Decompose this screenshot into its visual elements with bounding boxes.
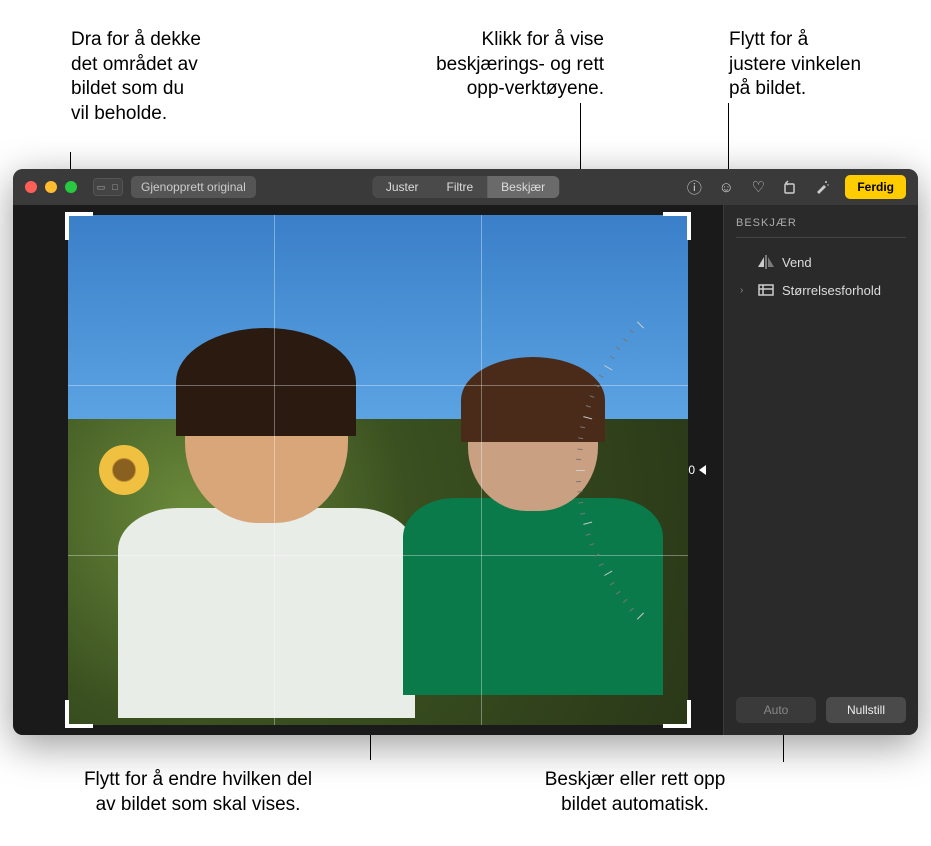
angle-value-indicator: 0 (688, 463, 706, 477)
dial-tick (579, 437, 584, 439)
callout-click-tools: Klikk for å vise beskjærings- og rett op… (379, 28, 604, 102)
photos-editor-window: ▭ □ Gjenopprett original Juster Filtre B… (13, 169, 918, 735)
window-titlebar: ▭ □ Gjenopprett original Juster Filtre B… (13, 169, 918, 205)
callout-line (580, 103, 581, 178)
sidebar-item-label: Vend (782, 255, 812, 270)
done-button[interactable]: Ferdig (845, 175, 906, 199)
callout-drag-crop: Dra for å dekke det området av bildet so… (71, 28, 201, 127)
sidebar-title: BESKJÆR (736, 217, 906, 238)
flip-icon (758, 254, 774, 270)
straighten-angle-dial[interactable]: 0 // generate ticks inline after load vi… (656, 365, 706, 575)
sidebar-item-label: Størrelsesforhold (782, 283, 881, 298)
dial-tick (576, 470, 585, 471)
crop-sidebar: BESKJÆR Vend › Størrelsesforhold Auto Nu… (723, 205, 918, 735)
favorite-icon[interactable]: ♡ (749, 178, 767, 196)
angle-value: 0 (688, 463, 695, 477)
minimize-window-button[interactable] (45, 181, 57, 193)
close-window-button[interactable] (25, 181, 37, 193)
callout-auto-crop: Beskjær eller rett opp bildet automatisk… (500, 768, 770, 817)
zoom-fit-icon: ▭ (94, 179, 108, 195)
sidebar-footer: Auto Nullstill (736, 697, 906, 723)
rotate-icon[interactable] (781, 178, 799, 196)
crop-handle-top-left[interactable] (65, 212, 93, 240)
canvas-area: 0 // generate ticks inline after load vi… (13, 205, 723, 735)
tab-adjust[interactable]: Juster (372, 176, 433, 198)
toolbar-right: ⓘ ☺ ♡ Ferdig (685, 175, 906, 199)
tab-crop[interactable]: Beskjær (487, 176, 559, 198)
edit-mode-tabs: Juster Filtre Beskjær (372, 176, 559, 198)
zoom-actual-icon: □ (108, 179, 122, 195)
auto-enhance-icon[interactable] (813, 178, 831, 196)
face-icon[interactable]: ☺ (717, 178, 735, 196)
crop-handle-bottom-left[interactable] (65, 700, 93, 728)
callout-move-angle: Flytt for å justere vinkelen på bildet. (729, 28, 861, 102)
reset-button[interactable]: Nullstill (826, 697, 906, 723)
chevron-right-icon: › (740, 285, 750, 296)
photo-content[interactable] (68, 215, 688, 725)
restore-original-button[interactable]: Gjenopprett original (131, 176, 256, 198)
dial-tick (576, 481, 581, 482)
zoom-window-button[interactable] (65, 181, 77, 193)
angle-pointer-icon (699, 465, 706, 475)
crop-handle-top-right[interactable] (663, 212, 691, 240)
editor-body: 0 // generate ticks inline after load vi… (13, 205, 918, 735)
sidebar-item-aspect[interactable]: › Størrelsesforhold (736, 276, 906, 304)
info-icon[interactable]: ⓘ (685, 178, 703, 196)
window-controls (25, 181, 77, 193)
aspect-ratio-icon (758, 282, 774, 298)
zoom-level-toggle[interactable]: ▭ □ (93, 178, 123, 196)
photo-crop-region[interactable]: 0 // generate ticks inline after load vi… (68, 215, 688, 725)
sidebar-item-flip[interactable]: Vend (736, 248, 906, 276)
dial-tick (577, 448, 582, 450)
callout-move-image: Flytt for å endre hvilken del av bildet … (43, 768, 353, 817)
auto-crop-button[interactable]: Auto (736, 697, 816, 723)
crop-handle-bottom-right[interactable] (663, 700, 691, 728)
tab-filters[interactable]: Filtre (433, 176, 488, 198)
